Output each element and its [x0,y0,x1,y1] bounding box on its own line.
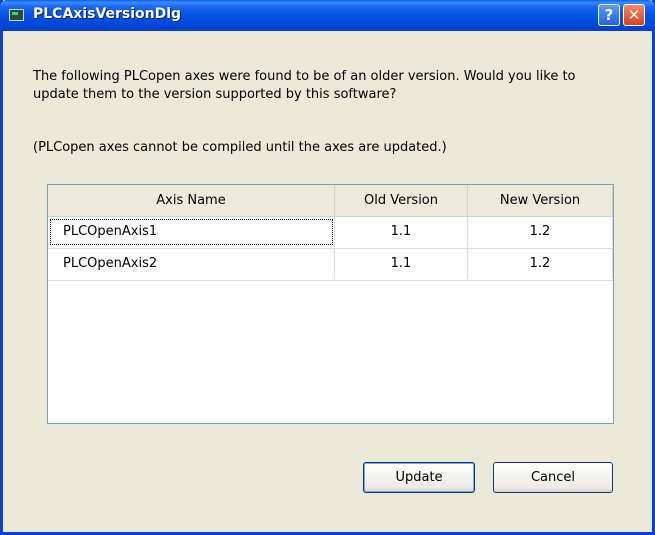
axis-name-cell[interactable]: PLCOpenAxis1 [48,217,335,247]
column-header-old-version[interactable]: Old Version [335,185,468,216]
title-bar[interactable]: PLCAxisVersionDlg ? ✕ [0,0,655,31]
window-title: PLCAxisVersionDlg [33,6,182,22]
cancel-button[interactable]: Cancel [493,462,613,493]
column-header-new-version[interactable]: New Version [468,185,613,216]
new-version-cell[interactable]: 1.2 [468,249,613,279]
old-version-cell[interactable]: 1.1 [335,217,468,247]
table-header: Axis Name Old Version New Version [48,185,613,217]
new-version-cell[interactable]: 1.2 [468,217,613,247]
table-row[interactable]: PLCOpenAxis2 1.1 1.2 [48,249,613,281]
table-row[interactable]: PLCOpenAxis1 1.1 1.2 [48,217,613,249]
axis-name-cell[interactable]: PLCOpenAxis2 [48,249,335,279]
update-button[interactable]: Update [363,462,475,493]
plc-axis-version-dialog: PLCAxisVersionDlg ? ✕ The following PLCo… [0,0,655,535]
old-version-cell[interactable]: 1.1 [335,249,468,279]
close-button[interactable]: ✕ [623,4,645,26]
column-header-axis-name[interactable]: Axis Name [48,185,335,216]
note-text: (PLCopen axes cannot be compiled until t… [33,140,447,155]
help-button[interactable]: ? [598,4,620,26]
app-icon [9,9,24,21]
axis-table[interactable]: Axis Name Old Version New Version PLCOpe… [47,184,614,424]
message-text: The following PLCopen axes were found to… [33,69,576,102]
